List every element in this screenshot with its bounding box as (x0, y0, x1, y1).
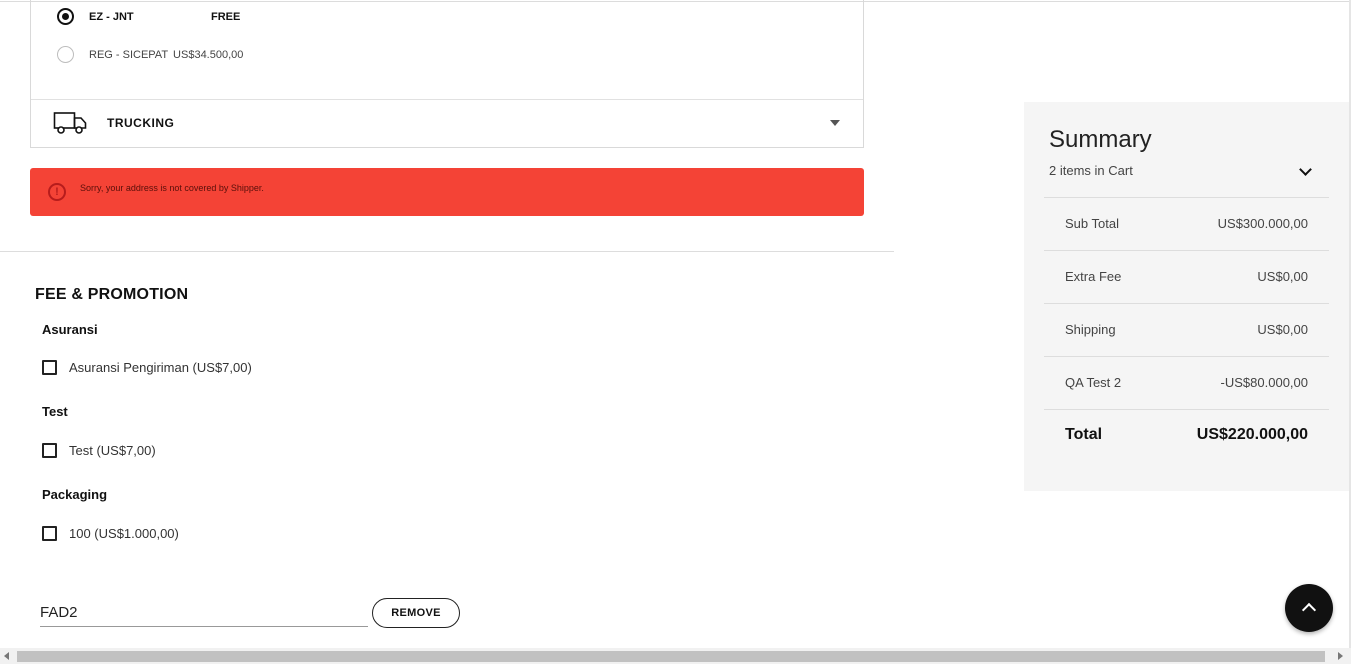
fee-option-label: Asuransi Pengiriman (US$7,00) (69, 360, 252, 375)
summary-value: US$0,00 (1257, 269, 1308, 284)
fee-option-test[interactable]: Test (US$7,00) (42, 443, 156, 458)
order-summary-panel: Summary 2 items in Cart Sub Total US$300… (1024, 102, 1350, 491)
fee-group-title: Test (42, 404, 68, 419)
section-title: FEE & PROMOTION (35, 286, 189, 303)
fee-option-asuransi[interactable]: Asuransi Pengiriman (US$7,00) (42, 360, 252, 375)
shipping-option-name: EZ - JNT (89, 10, 134, 23)
chevron-up-icon (1301, 602, 1317, 618)
fee-group-title: Packaging (42, 487, 108, 502)
summary-label: Shipping (1065, 322, 1116, 337)
total-value: US$220.000,00 (1196, 426, 1308, 443)
scroll-to-top-button[interactable] (1285, 584, 1333, 632)
summary-row-shipping: Shipping US$0,00 (1065, 322, 1308, 337)
fee-option-packaging[interactable]: 100 (US$1.000,00) (42, 526, 179, 541)
horizontal-scrollbar[interactable] (0, 648, 1351, 664)
divider (1044, 303, 1329, 304)
radio-selected[interactable] (57, 8, 74, 25)
cart-item-count: 2 items in Cart (1049, 163, 1133, 178)
summary-value: US$0,00 (1257, 322, 1308, 337)
total-label: Total (1065, 426, 1103, 443)
shipping-option-reg-sicepat[interactable]: REG - SICEPAT US$34.500,00 (57, 46, 243, 63)
shipping-option-price: FREE (211, 10, 241, 23)
scrollbar-thumb[interactable] (17, 651, 1325, 662)
trucking-accordion[interactable]: TRUCKING (31, 100, 863, 147)
exclamation-circle-icon: ! (48, 183, 66, 201)
summary-label: QA Test 2 (1065, 375, 1122, 390)
summary-label: Sub Total (1065, 216, 1119, 231)
truck-icon (53, 112, 87, 134)
trucking-label: TRUCKING (107, 116, 175, 130)
promo-code-input[interactable] (40, 598, 368, 627)
summary-value: -US$80.000,00 (1220, 375, 1308, 390)
alert-message: Sorry, your address is not covered by Sh… (80, 183, 264, 193)
divider (1044, 409, 1329, 410)
error-alert: ! Sorry, your address is not covered by … (30, 168, 864, 216)
summary-title: Summary (1049, 126, 1152, 153)
shipping-option-price: US$34.500,00 (173, 48, 244, 61)
fee-option-label: 100 (US$1.000,00) (69, 526, 179, 541)
checkbox[interactable] (42, 526, 57, 541)
checkbox[interactable] (42, 360, 57, 375)
shipping-option-ez-jnt[interactable]: EZ - JNT FREE (57, 8, 240, 25)
summary-row-subtotal: Sub Total US$300.000,00 (1065, 216, 1308, 231)
scroll-left-arrow-icon[interactable] (4, 652, 9, 660)
summary-total-row: Total US$220.000,00 (1065, 426, 1308, 444)
chevron-down-icon[interactable] (1299, 163, 1312, 176)
remove-promo-button[interactable]: REMOVE (372, 598, 460, 628)
summary-row-discount: QA Test 2 -US$80.000,00 (1065, 375, 1308, 390)
divider (1044, 197, 1329, 198)
checkbox[interactable] (42, 443, 57, 458)
shipping-options-panel: EZ - JNT FREE REG - SICEPAT US$34.500,00… (30, 0, 864, 148)
radio-unselected[interactable] (57, 46, 74, 63)
summary-row-extra-fee: Extra Fee US$0,00 (1065, 269, 1308, 284)
scroll-right-arrow-icon[interactable] (1338, 652, 1343, 660)
shipping-option-name: REG - SICEPAT (89, 48, 169, 61)
caret-down-icon[interactable] (830, 120, 840, 126)
fee-group-title: Asuransi (42, 322, 98, 337)
divider (1044, 250, 1329, 251)
divider (1044, 356, 1329, 357)
section-divider (0, 251, 894, 252)
fee-option-label: Test (US$7,00) (69, 443, 156, 458)
summary-label: Extra Fee (1065, 269, 1122, 284)
summary-value: US$300.000,00 (1217, 216, 1308, 231)
